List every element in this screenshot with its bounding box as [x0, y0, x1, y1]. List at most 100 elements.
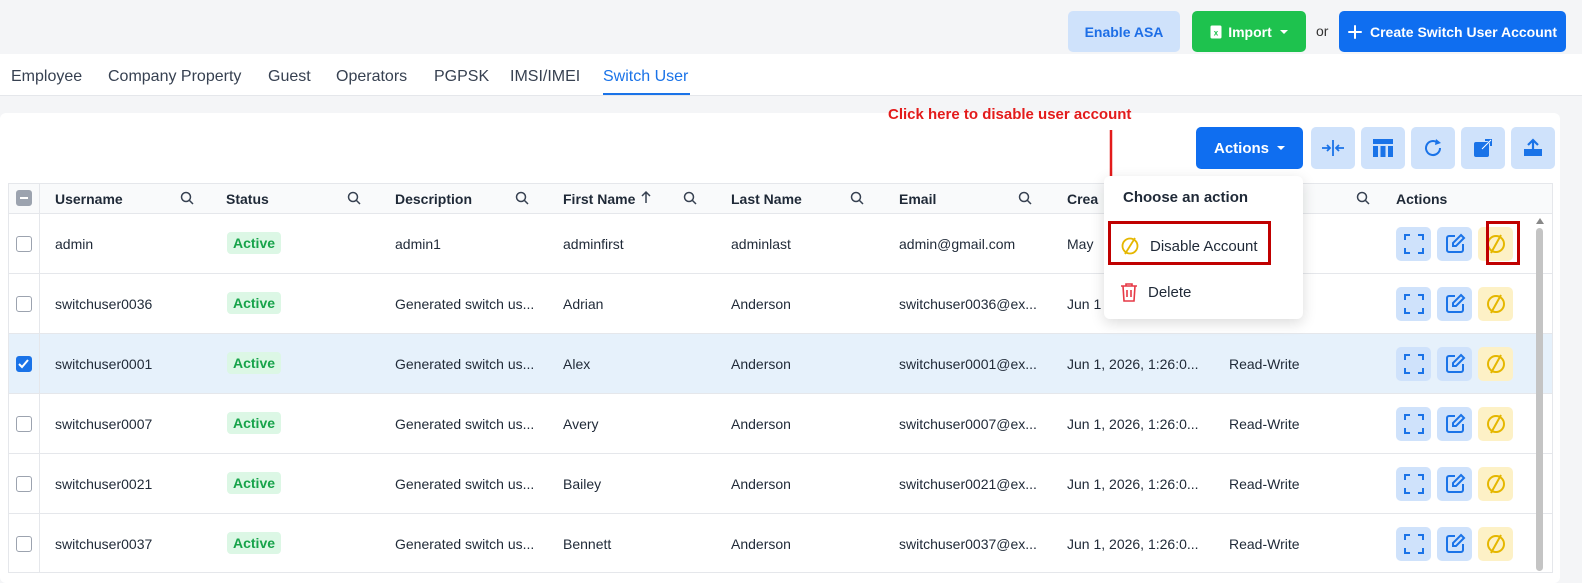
- col-email[interactable]: Email: [899, 191, 936, 207]
- edit-button[interactable]: [1437, 347, 1472, 381]
- create-switch-user-button[interactable]: Create Switch User Account: [1339, 11, 1566, 52]
- tab-company-property[interactable]: Company Property: [108, 68, 241, 86]
- select-all-checkbox[interactable]: [16, 190, 32, 206]
- cell-username: switchuser0036: [55, 296, 153, 312]
- disable-account-button[interactable]: [1478, 287, 1513, 321]
- export-button[interactable]: [1511, 127, 1555, 169]
- table-row[interactable]: switchuser0037 Active Generated switch u…: [9, 514, 1552, 572]
- cell-last-name: adminlast: [731, 236, 791, 252]
- view-button[interactable]: [1396, 347, 1431, 381]
- view-button[interactable]: [1396, 527, 1431, 561]
- cell-email: switchuser0001@ex...: [899, 356, 1037, 372]
- col-username[interactable]: Username: [55, 191, 123, 207]
- search-icon[interactable]: [515, 191, 529, 205]
- tab-switch-user[interactable]: Switch User: [603, 68, 688, 86]
- row-checkbox[interactable]: [16, 416, 32, 432]
- actions-button[interactable]: Actions: [1196, 127, 1303, 169]
- edit-button[interactable]: [1437, 407, 1472, 441]
- expand-icon: [1403, 474, 1424, 494]
- cell-description: Generated switch us...: [395, 356, 535, 372]
- cell-first-name: Alex: [563, 356, 591, 372]
- edit-button[interactable]: [1437, 227, 1472, 261]
- menu-item-delete[interactable]: Delete: [1112, 274, 1287, 310]
- refresh-button[interactable]: [1411, 127, 1455, 169]
- search-icon[interactable]: [1018, 191, 1032, 205]
- tab-guest[interactable]: Guest: [268, 68, 311, 86]
- table-row[interactable]: switchuser0021 Active Generated switch u…: [9, 454, 1552, 514]
- sort-ascending-icon[interactable]: [639, 190, 653, 204]
- row-checkbox[interactable]: [16, 476, 32, 492]
- view-button[interactable]: [1396, 407, 1431, 441]
- col-status[interactable]: Status: [226, 191, 269, 207]
- cell-role: Read-Write: [1229, 536, 1300, 552]
- tab-operators[interactable]: Operators: [336, 68, 407, 86]
- row-checkbox[interactable]: [16, 236, 32, 252]
- col-created[interactable]: Crea: [1067, 191, 1098, 207]
- disable-account-button[interactable]: [1478, 407, 1513, 441]
- disable-account-button[interactable]: [1478, 467, 1513, 501]
- enable-asa-button[interactable]: Enable ASA: [1068, 11, 1180, 52]
- active-tab-indicator: [603, 93, 690, 95]
- view-button[interactable]: [1396, 227, 1431, 261]
- actions-label: Actions: [1213, 139, 1269, 157]
- status-badge: Active: [227, 292, 282, 314]
- cell-description: Generated switch us...: [395, 476, 535, 492]
- edit-button[interactable]: [1437, 287, 1472, 321]
- chevron-down-icon: [1279, 29, 1288, 34]
- disable-account-button[interactable]: [1478, 347, 1513, 381]
- trash-icon: [1121, 283, 1137, 302]
- table-row[interactable]: switchuser0007 Active Generated switch u…: [9, 394, 1552, 454]
- edit-icon: [1445, 413, 1465, 433]
- col-first-name[interactable]: First Name: [563, 191, 635, 207]
- scroll-up-arrow[interactable]: [1536, 218, 1544, 224]
- col-last-name[interactable]: Last Name: [731, 191, 802, 207]
- column-layout-button[interactable]: [1361, 127, 1405, 169]
- user-type-tabs: Employee Company Property Guest Operator…: [0, 54, 1582, 96]
- annotation-text: Click here to disable user account: [888, 106, 1132, 123]
- refresh-icon: [1425, 139, 1442, 157]
- svg-text:x: x: [1214, 28, 1219, 37]
- cell-role: Read-Write: [1229, 476, 1300, 492]
- disable-account-button[interactable]: [1478, 527, 1513, 561]
- import-button[interactable]: x Import: [1192, 11, 1306, 52]
- row-checkbox[interactable]: [16, 356, 32, 372]
- checkbox-column-divider: [39, 274, 40, 333]
- edit-button[interactable]: [1437, 467, 1472, 501]
- row-checkbox[interactable]: [16, 296, 32, 312]
- tab-employee[interactable]: Employee: [11, 68, 82, 86]
- tab-imsi-imei[interactable]: IMSI/IMEI: [510, 68, 580, 86]
- enable-asa-label: Enable ASA: [1084, 23, 1164, 40]
- row-checkbox[interactable]: [16, 536, 32, 552]
- checkbox-column-divider: [39, 214, 40, 273]
- tab-pgpsk[interactable]: PGPSK: [434, 68, 489, 86]
- table-row[interactable]: switchuser0036 Active Generated switch u…: [9, 274, 1552, 334]
- expand-icon: [1403, 414, 1424, 434]
- search-icon[interactable]: [850, 191, 864, 205]
- cell-created: Jun 1, 2026, 1:26:0...: [1067, 416, 1199, 432]
- search-icon[interactable]: [1356, 191, 1370, 205]
- edit-button[interactable]: [1437, 527, 1472, 561]
- status-badge: Active: [227, 532, 282, 554]
- view-button[interactable]: [1396, 467, 1431, 501]
- cell-email: switchuser0007@ex...: [899, 416, 1037, 432]
- cell-first-name: adminfirst: [563, 236, 624, 252]
- search-icon[interactable]: [180, 191, 194, 205]
- collapse-columns-icon: [1322, 140, 1344, 156]
- expand-icon: [1403, 354, 1424, 374]
- open-external-button[interactable]: [1461, 127, 1505, 169]
- table-scrollbar[interactable]: [1536, 228, 1543, 571]
- checkbox-column-divider: [39, 394, 40, 453]
- cell-username: switchuser0037: [55, 536, 153, 552]
- table-row[interactable]: switchuser0001 Active Generated switch u…: [9, 334, 1552, 394]
- cell-username: switchuser0007: [55, 416, 153, 432]
- view-button[interactable]: [1396, 287, 1431, 321]
- highlight-box: [1486, 221, 1520, 265]
- search-icon[interactable]: [683, 191, 697, 205]
- disable-icon: [1486, 534, 1505, 554]
- cell-email: switchuser0037@ex...: [899, 536, 1037, 552]
- collapse-columns-button[interactable]: [1311, 127, 1355, 169]
- table-row[interactable]: admin Active admin1 adminfirst adminlast…: [9, 214, 1552, 274]
- menu-item-label: Delete: [1148, 283, 1192, 301]
- col-description[interactable]: Description: [395, 191, 472, 207]
- search-icon[interactable]: [347, 191, 361, 205]
